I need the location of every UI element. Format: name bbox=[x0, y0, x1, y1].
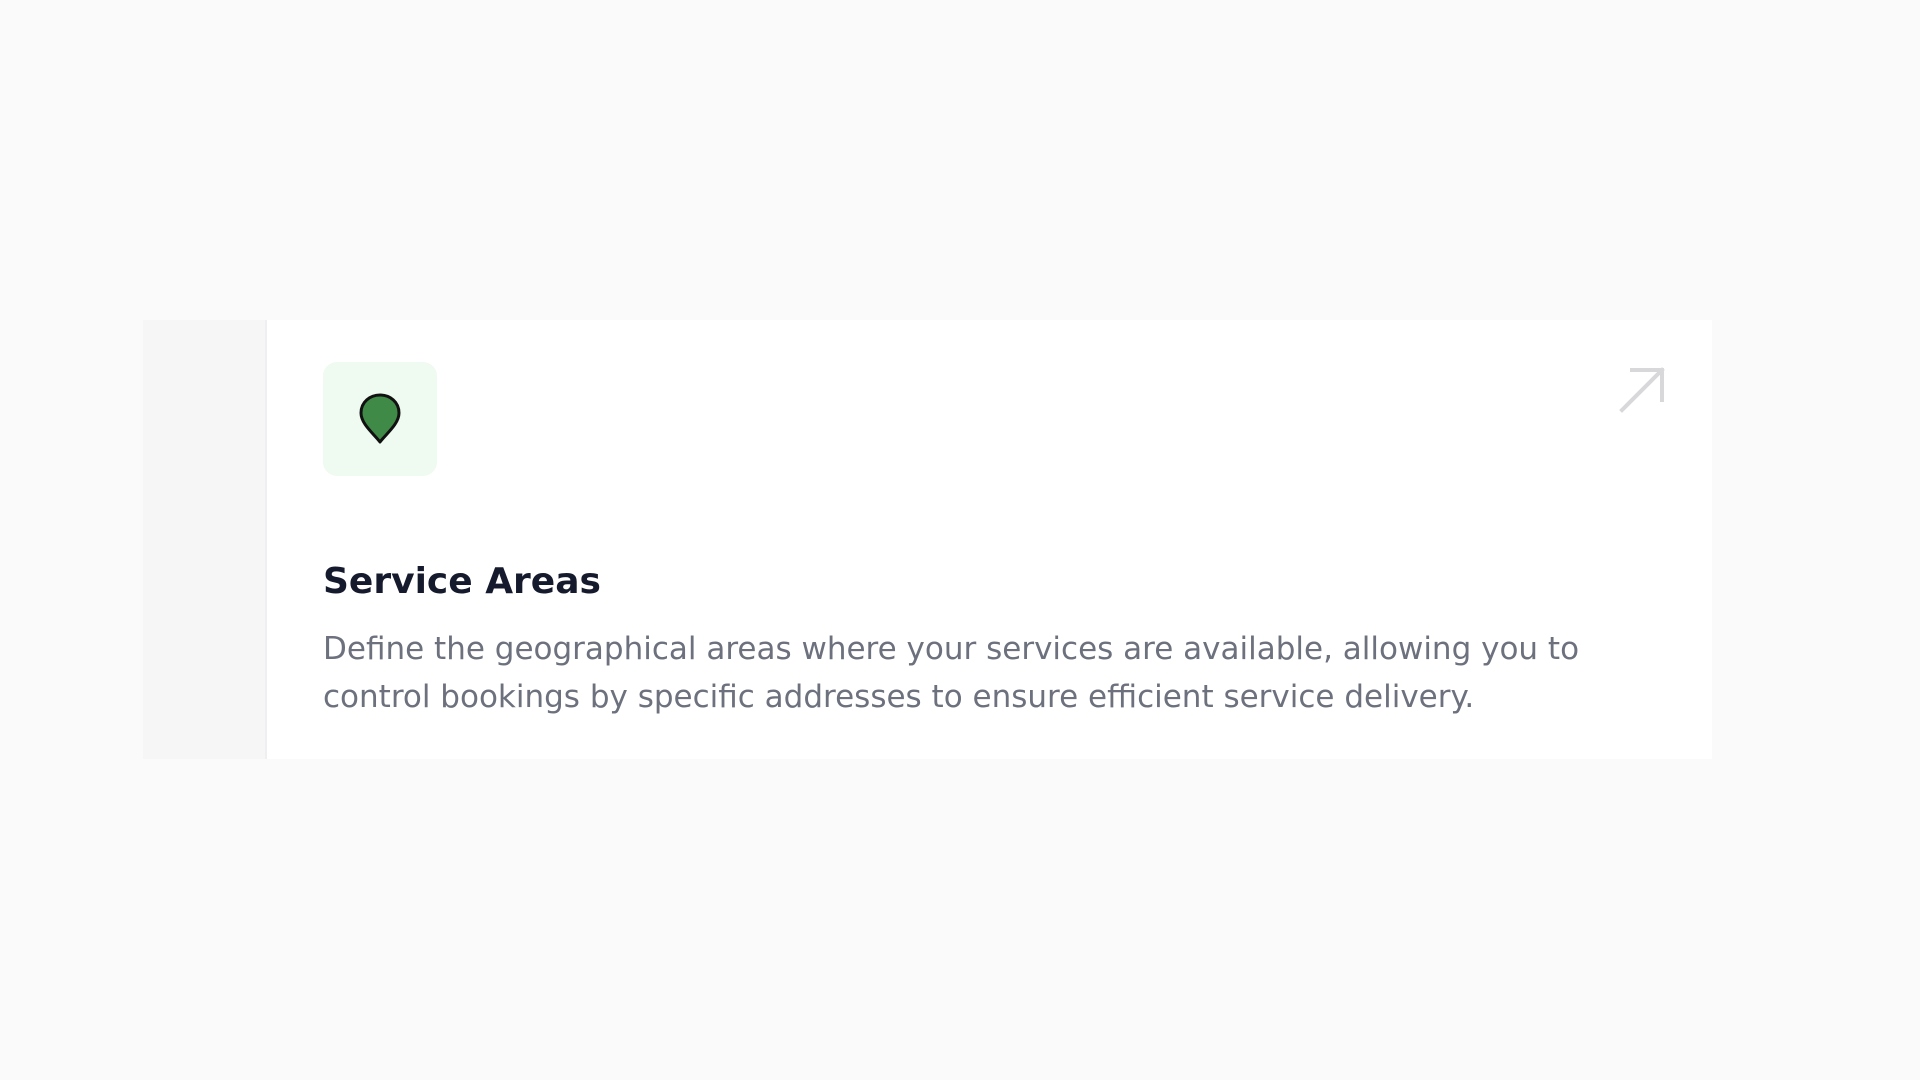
left-panel-shade bbox=[143, 320, 265, 759]
icon-tile bbox=[323, 362, 437, 476]
page: Service Areas Define the geographical ar… bbox=[0, 0, 1920, 1080]
map-pin-icon bbox=[359, 393, 401, 444]
card-description: Define the geographical areas where your… bbox=[323, 631, 1580, 715]
arrow-up-right-icon[interactable] bbox=[1618, 366, 1666, 414]
card-title: Service Areas bbox=[323, 561, 601, 602]
service-areas-card[interactable]: Service Areas Define the geographical ar… bbox=[265, 320, 1712, 759]
